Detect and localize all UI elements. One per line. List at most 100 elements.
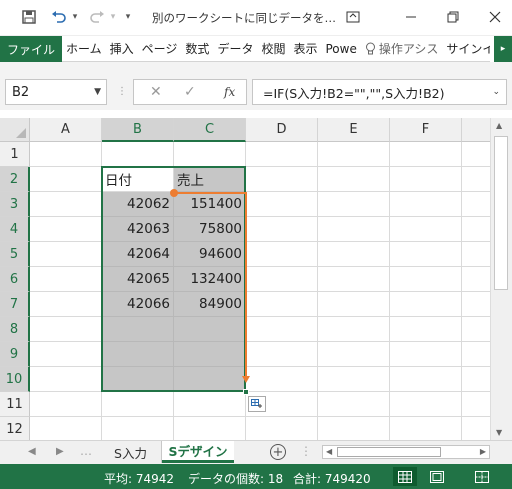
horizontal-scroll-thumb[interactable] (337, 447, 441, 457)
name-box-dropdown-icon[interactable]: ▼ (94, 87, 101, 97)
row-header-9[interactable]: 9 (0, 342, 30, 367)
grid-cell[interactable] (462, 142, 490, 167)
cell-b5[interactable]: 42064 (102, 242, 174, 267)
grid-cell[interactable] (390, 292, 462, 317)
save-icon[interactable] (18, 6, 40, 28)
vertical-scrollbar[interactable]: ▲ ▼ (490, 118, 512, 440)
ribbon-display-options-icon[interactable] (340, 6, 366, 28)
cell-c6[interactable]: 132400 (174, 267, 246, 292)
column-header-d[interactable]: D (246, 118, 318, 142)
grid-cell[interactable] (462, 192, 490, 217)
grid-cell[interactable] (30, 317, 102, 342)
grid-cell[interactable] (390, 392, 462, 417)
row-header-1[interactable]: 1 (0, 142, 30, 167)
grid-cell[interactable] (390, 417, 462, 440)
tab-page-layout[interactable]: ページ (138, 36, 182, 62)
row-header-8[interactable]: 8 (0, 317, 30, 342)
cell-b3[interactable]: 42062 (102, 192, 174, 217)
tab-power[interactable]: Powe (321, 36, 360, 62)
column-header-a[interactable]: A (30, 118, 102, 142)
row-header-12[interactable]: 12 (0, 417, 30, 440)
grid-cell[interactable] (174, 142, 246, 167)
grid-cell[interactable] (462, 267, 490, 292)
cell-b7[interactable]: 42066 (102, 292, 174, 317)
customize-toolbar-icon[interactable]: ▾ (122, 6, 134, 28)
tab-data[interactable]: データ (213, 36, 257, 62)
cell-b2[interactable]: 日付 (102, 167, 174, 192)
grid-cell[interactable] (30, 242, 102, 267)
tab-insert[interactable]: 挿入 (106, 36, 138, 62)
grid-cell[interactable] (462, 167, 490, 192)
ribbon-scroll-right-icon[interactable]: ▸ (490, 36, 512, 62)
grid-cell[interactable] (246, 417, 318, 440)
cancel-icon[interactable]: ✕ (150, 84, 162, 100)
cell-c7[interactable]: 84900 (174, 292, 246, 317)
tab-home[interactable]: ホーム (62, 36, 106, 62)
grid-cell[interactable] (390, 142, 462, 167)
row-header-10[interactable]: 10 (0, 367, 30, 392)
grid-cell[interactable] (30, 417, 102, 440)
grid-cell[interactable] (462, 292, 490, 317)
tab-splitter-icon[interactable]: ⋮ (300, 444, 312, 458)
grid-cell[interactable] (246, 217, 318, 242)
formula-bar-splitter-icon[interactable]: ⋮ (117, 86, 127, 97)
grid-cell[interactable] (318, 167, 390, 192)
grid-cell[interactable] (246, 242, 318, 267)
cell-c8[interactable] (174, 317, 246, 342)
sheet-tab-input[interactable]: S入力 (100, 441, 162, 463)
cell-b4[interactable]: 42063 (102, 217, 174, 242)
cell-c10[interactable] (174, 367, 246, 392)
add-sheet-icon[interactable]: + (270, 444, 286, 460)
tell-me-search[interactable]: 操作アシス (361, 36, 443, 62)
next-sheet-icon[interactable]: ▶ (56, 446, 64, 457)
grid-cell[interactable] (30, 217, 102, 242)
tab-file[interactable]: ファイル (0, 36, 62, 62)
scroll-down-icon[interactable]: ▼ (496, 428, 502, 437)
grid-cell[interactable] (174, 417, 246, 440)
cell-c5[interactable]: 94600 (174, 242, 246, 267)
grid-cell[interactable] (102, 417, 174, 440)
grid-cell[interactable] (30, 167, 102, 192)
grid-cell[interactable] (102, 142, 174, 167)
redo-icon[interactable] (86, 6, 108, 28)
cell-c4[interactable]: 75800 (174, 217, 246, 242)
grid-cell[interactable] (102, 392, 174, 417)
grid-cell[interactable] (30, 342, 102, 367)
horizontal-scrollbar[interactable]: ◀ ▶ (322, 445, 490, 459)
grid-cell[interactable] (390, 167, 462, 192)
select-all-button[interactable] (0, 118, 30, 142)
grid-cell[interactable] (174, 392, 246, 417)
grid-cell[interactable] (318, 217, 390, 242)
cell-b6[interactable]: 42065 (102, 267, 174, 292)
grid-cell[interactable] (462, 217, 490, 242)
grid-cell[interactable] (30, 292, 102, 317)
row-header-3[interactable]: 3 (0, 192, 30, 217)
scroll-up-icon[interactable]: ▲ (496, 121, 502, 130)
expand-formula-bar-icon[interactable]: ⌄ (492, 87, 500, 97)
grid-cell[interactable] (246, 342, 318, 367)
sheet-tab-design[interactable]: Sデザイン (162, 441, 234, 463)
grid-cell[interactable] (246, 317, 318, 342)
page-break-preview-icon[interactable] (470, 467, 494, 486)
grid-cell[interactable] (462, 367, 490, 392)
grid-cell[interactable] (30, 367, 102, 392)
cell-c3[interactable]: 151400 (174, 192, 246, 217)
more-sheets-left-icon[interactable]: … (80, 444, 92, 458)
cell-b10[interactable] (102, 367, 174, 392)
grid-cell[interactable] (462, 392, 490, 417)
tab-view[interactable]: 表示 (289, 36, 321, 62)
grid-cell[interactable] (462, 317, 490, 342)
grid-cell[interactable] (30, 192, 102, 217)
grid-cell[interactable] (318, 292, 390, 317)
row-header-11[interactable]: 11 (0, 392, 30, 417)
grid-cell[interactable] (246, 367, 318, 392)
name-box[interactable]: B2 ▼ (5, 79, 107, 105)
row-header-5[interactable]: 5 (0, 242, 30, 267)
cell-c9[interactable] (174, 342, 246, 367)
undo-icon[interactable] (48, 6, 70, 28)
cell-c2[interactable]: 売上 (174, 167, 246, 192)
formula-input[interactable]: =IF(S入力!B2="","",S入力!B2) ⌄ (252, 79, 507, 105)
grid-cell[interactable] (246, 192, 318, 217)
cell-b8[interactable] (102, 317, 174, 342)
row-header-2[interactable]: 2 (0, 167, 30, 192)
